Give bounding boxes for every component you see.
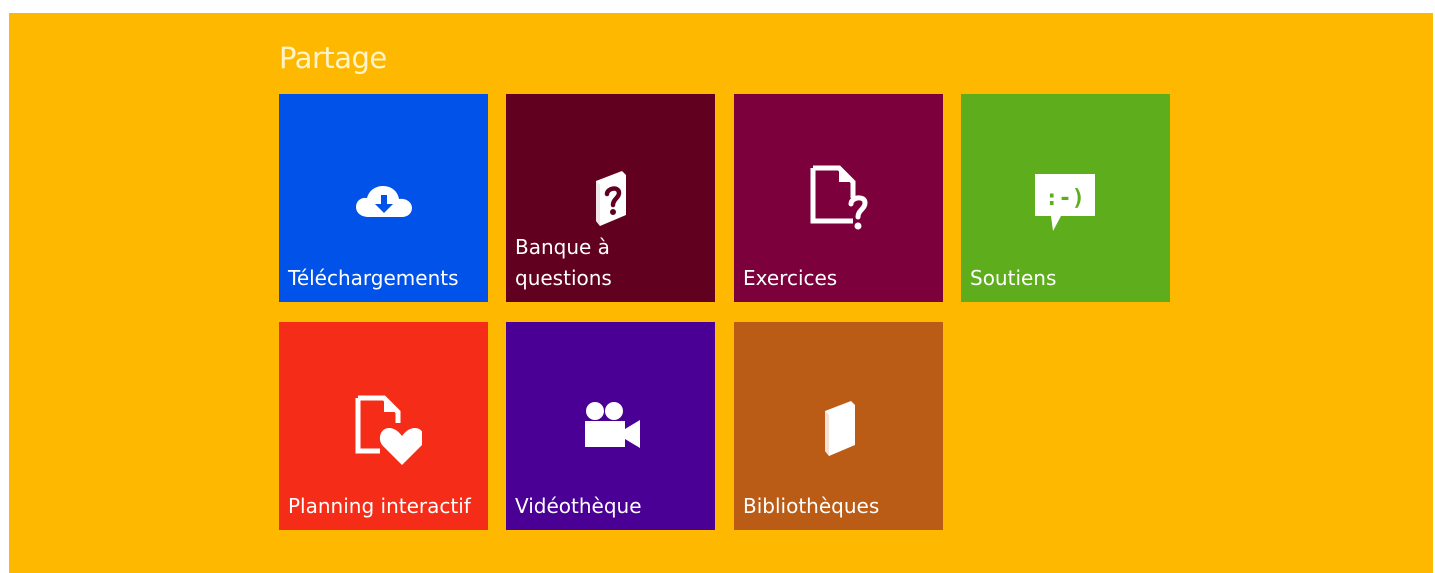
svg-text::-): :-) (1045, 186, 1085, 211)
tile-label: Téléchargements (288, 266, 459, 290)
section-title: Partage (279, 41, 387, 75)
video-camera-icon (585, 402, 640, 448)
book-icon (825, 401, 855, 456)
tile-label: Bibliothèques (743, 494, 880, 518)
tile-banque-a-questions[interactable]: Banque à questions (506, 94, 715, 302)
tile-label: Planning interactif (288, 494, 471, 518)
question-book-icon (596, 171, 626, 226)
smiley-speech-bubble-icon: :-) (1035, 174, 1095, 231)
document-heart-icon (355, 395, 422, 465)
document-question-icon (810, 165, 868, 230)
tile-bibliotheques[interactable]: Bibliothèques (734, 322, 943, 530)
partage-panel: Partage Téléchargements Banque à questio… (9, 13, 1433, 573)
cloud-download-icon (356, 186, 412, 217)
tile-label: Banque à questions (515, 235, 612, 290)
tile-exercices[interactable]: Exercices (734, 94, 943, 302)
tile-telechargements[interactable]: Téléchargements (279, 94, 488, 302)
tile-soutiens[interactable]: :-) Soutiens (961, 94, 1170, 302)
tile-planning-interactif[interactable]: Planning interactif (279, 322, 488, 530)
tile-label: Exercices (743, 266, 838, 290)
tile-label: Soutiens (970, 266, 1057, 290)
tile-label: Vidéothèque (515, 494, 642, 518)
tile-videotheque[interactable]: Vidéothèque (506, 322, 715, 530)
